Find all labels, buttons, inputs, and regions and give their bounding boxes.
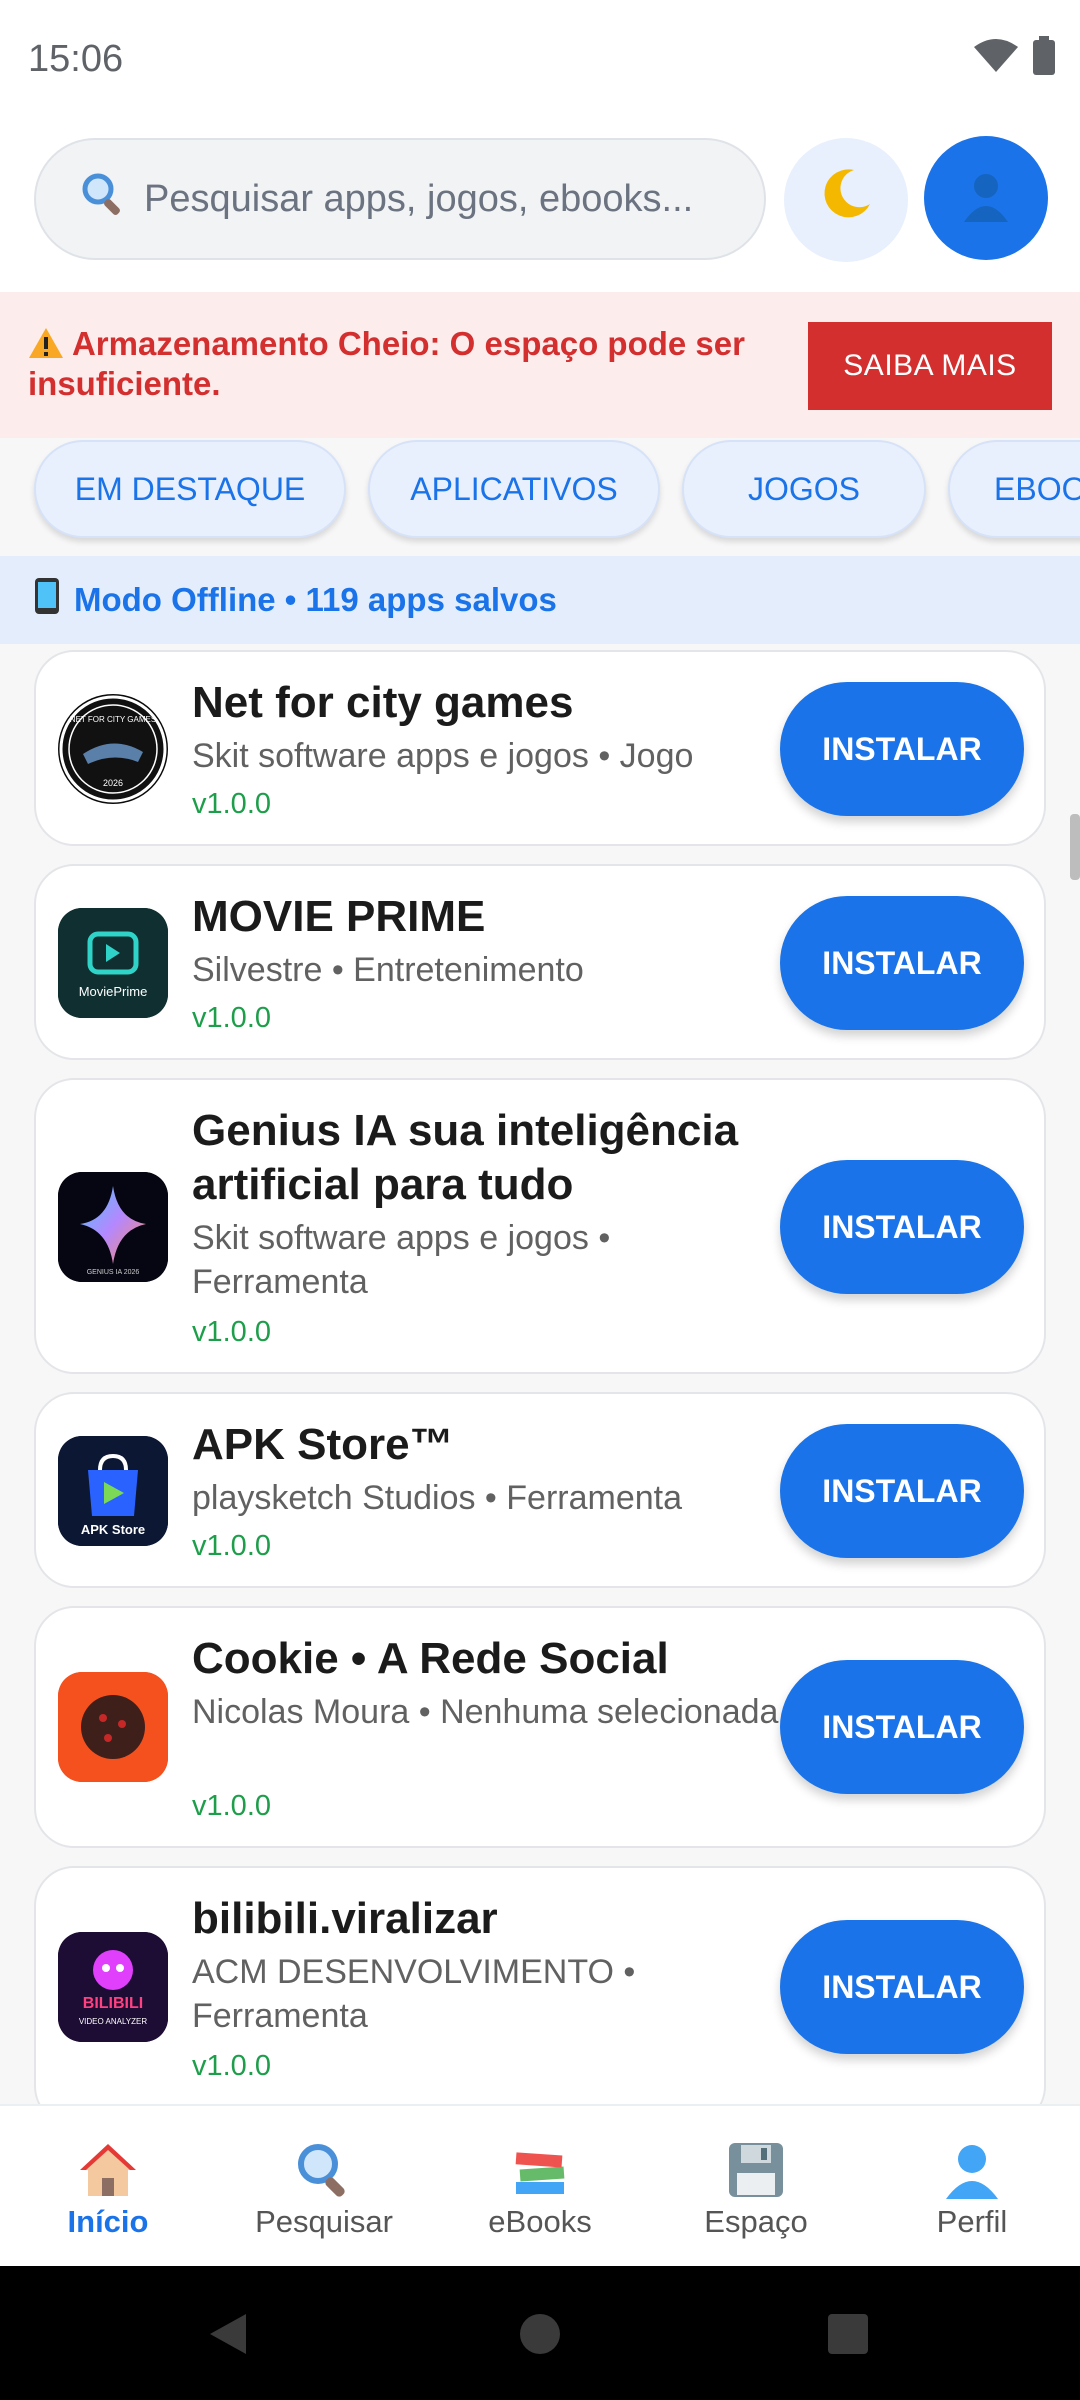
nav-label-search: Pesquisar <box>255 2204 393 2239</box>
theme-toggle-button[interactable] <box>784 138 908 262</box>
app-name: MOVIE PRIME <box>192 892 486 941</box>
search-placeholder: Pesquisar apps, jogos, ebooks... <box>144 177 694 220</box>
app-version: v1.0.0 <box>192 788 271 820</box>
learn-more-button[interactable]: SAIBA MAIS <box>808 322 1052 410</box>
app-card[interactable]: Cookie • A Rede Social Nicolas Moura • N… <box>34 1606 1046 1848</box>
offline-mode-bar: Modo Offline • 119 apps salvos <box>0 556 1080 644</box>
app-name: bilibili.viralizar <box>192 1894 498 1943</box>
nav-label-profile: Perfil <box>936 2204 1008 2239</box>
tab-apps[interactable]: APLICATIVOS <box>368 440 660 538</box>
offline-mode-text: Modo Offline • 119 apps salvos <box>74 581 557 618</box>
app-version: v1.0.0 <box>192 1530 271 1562</box>
home-button-icon[interactable] <box>518 2312 562 2361</box>
nav-label-storage: Espaço <box>704 2204 808 2239</box>
category-tabs: EM DESTAQUE APLICATIVOS JOGOS EBOOKS <box>0 438 1080 556</box>
bottom-navigation: Início Pesquisar eBooks Espaço Perfil <box>0 2104 1080 2266</box>
app-icon-genius-ia: GENIUS IA 2026 <box>58 1172 168 1282</box>
search-icon <box>80 171 126 227</box>
app-version: v1.0.0 <box>192 2050 271 2082</box>
header: Pesquisar apps, jogos, ebooks... <box>0 118 1080 292</box>
icon-text: MoviePrime <box>79 984 148 999</box>
storage-warning-message: Armazenamento Cheio: O espaço pode ser i… <box>28 325 745 402</box>
app-meta: ACM DESENVOLVIMENTO • Ferramenta <box>192 1953 636 2035</box>
install-button[interactable]: INSTALAR <box>780 896 1024 1030</box>
phone-icon <box>34 577 60 623</box>
app-version: v1.0.0 <box>192 1002 271 1034</box>
app-name: Cookie • A Rede Social <box>192 1634 669 1683</box>
icon-text: NET FOR CITY GAMES <box>70 715 156 724</box>
nav-item-profile[interactable]: Perfil <box>864 2106 1080 2268</box>
moon-icon <box>816 164 876 237</box>
scrollbar-thumb[interactable] <box>1070 814 1080 880</box>
install-button[interactable]: INSTALAR <box>780 1920 1024 2054</box>
app-version: v1.0.0 <box>192 1316 271 1348</box>
storage-warning-text: Armazenamento Cheio: O espaço pode ser i… <box>28 324 798 404</box>
app-name: APK Store™ <box>192 1420 454 1469</box>
install-button[interactable]: INSTALAR <box>780 1160 1024 1294</box>
app-meta: Silvestre • Entretenimento <box>192 951 584 989</box>
nav-item-home[interactable]: Início <box>0 2106 216 2268</box>
app-card[interactable]: MoviePrime MOVIE PRIME Silvestre • Entre… <box>34 864 1046 1060</box>
search-input[interactable]: Pesquisar apps, jogos, ebooks... <box>34 138 766 260</box>
icon-year: 2026 <box>103 778 123 788</box>
nav-item-ebooks[interactable]: eBooks <box>432 2106 648 2268</box>
app-meta: Skit software apps e jogos • Ferramenta <box>192 1219 611 1301</box>
back-icon[interactable] <box>204 2310 252 2363</box>
system-navigation-bar <box>0 2266 1080 2400</box>
books-icon <box>432 2140 648 2200</box>
status-time: 15:06 <box>28 38 124 80</box>
app-name: Genius IA sua inteligência artificial pa… <box>192 1106 739 1209</box>
app-icon-movie-prime: MoviePrime <box>58 908 168 1018</box>
nav-label-ebooks: eBooks <box>488 2204 592 2239</box>
app-version: v1.0.0 <box>192 1790 271 1822</box>
nav-item-search[interactable]: Pesquisar <box>216 2106 432 2268</box>
profile-button[interactable] <box>924 136 1048 260</box>
storage-warning-banner: Armazenamento Cheio: O espaço pode ser i… <box>0 292 1080 438</box>
app-card[interactable]: BILIBILI VIDEO ANALYZER bilibili.viraliz… <box>34 1866 1046 2126</box>
icon-text: APK Store <box>81 1522 145 1537</box>
search-icon <box>216 2140 432 2200</box>
app-icon-net-for-city-games: NET FOR CITY GAMES 2026 <box>58 694 168 804</box>
icon-subtext: VIDEO ANALYZER <box>79 2017 148 2026</box>
install-button[interactable]: INSTALAR <box>780 1424 1024 1558</box>
tab-ebooks[interactable]: EBOOKS <box>948 440 1080 538</box>
person-icon <box>864 2140 1080 2200</box>
recents-icon[interactable] <box>826 2312 870 2361</box>
app-card[interactable]: NET FOR CITY GAMES 2026 Net for city gam… <box>34 650 1046 846</box>
status-icons <box>974 36 1056 81</box>
app-meta: Skit software apps e jogos • Jogo <box>192 737 694 775</box>
icon-text: BILIBILI <box>83 1995 143 2012</box>
warning-icon <box>28 325 72 362</box>
tab-games[interactable]: JOGOS <box>682 440 926 538</box>
app-name: Net for city games <box>192 678 574 727</box>
user-icon <box>956 166 1016 231</box>
app-icon-cookie <box>58 1672 168 1782</box>
status-bar: 15:06 <box>0 0 1080 118</box>
install-button[interactable]: INSTALAR <box>780 682 1024 816</box>
floppy-disk-icon <box>648 2140 864 2200</box>
app-icon-apk-store: APK Store <box>58 1436 168 1546</box>
install-button[interactable]: INSTALAR <box>780 1660 1024 1794</box>
home-icon <box>0 2140 216 2200</box>
nav-label-home: Início <box>67 2204 149 2239</box>
app-meta: Nicolas Moura • Nenhuma selecionada <box>192 1693 779 1731</box>
app-meta: playsketch Studios • Ferramenta <box>192 1479 683 1517</box>
app-icon-bilibili: BILIBILI VIDEO ANALYZER <box>58 1932 168 2042</box>
wifi-icon <box>974 39 1018 78</box>
tab-featured[interactable]: EM DESTAQUE <box>34 440 346 538</box>
battery-icon <box>1032 36 1056 81</box>
app-card[interactable]: GENIUS IA 2026 Genius IA sua inteligênci… <box>34 1078 1046 1374</box>
app-card[interactable]: APK Store APK Store™ playsketch Studios … <box>34 1392 1046 1588</box>
icon-text: GENIUS IA 2026 <box>87 1269 140 1276</box>
nav-item-storage[interactable]: Espaço <box>648 2106 864 2268</box>
